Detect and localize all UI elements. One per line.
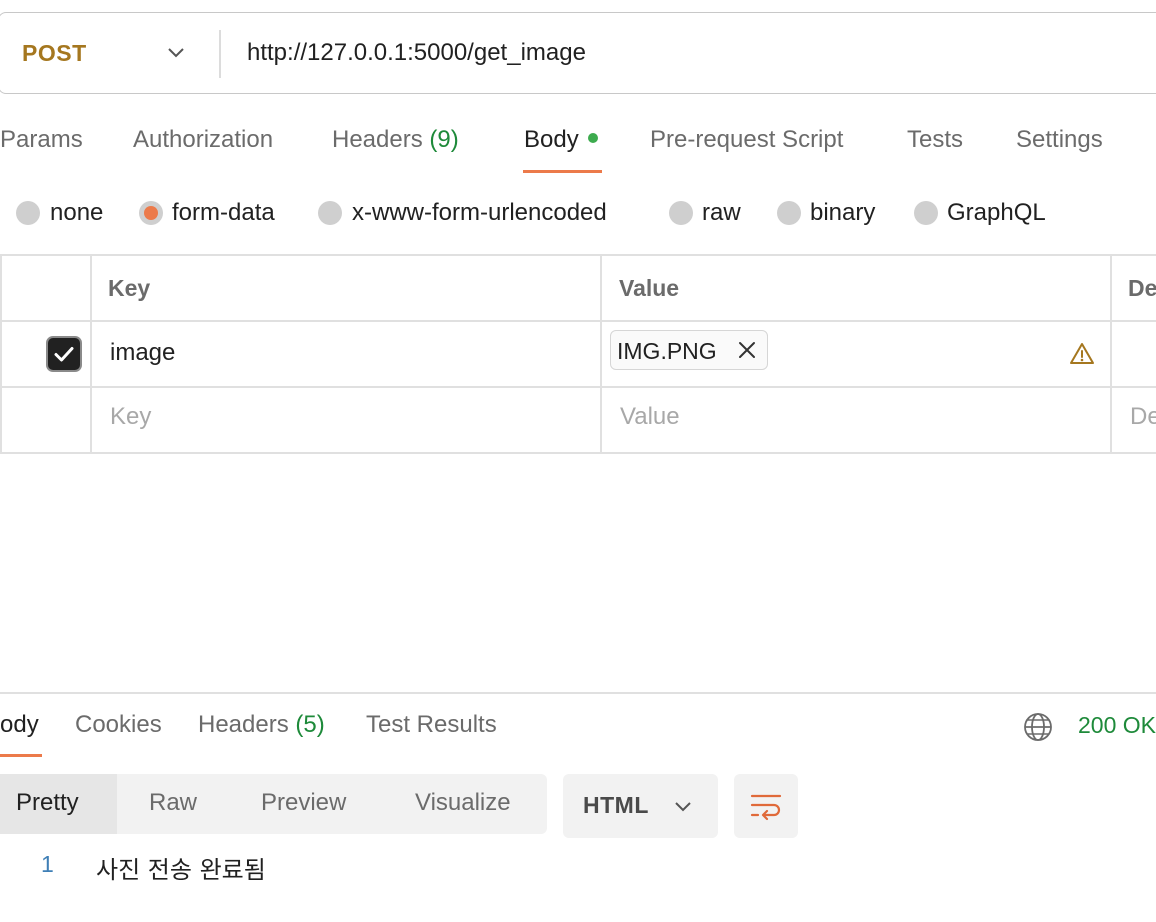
response-tab-test-results[interactable]: Test Results	[366, 711, 497, 739]
tab-tests[interactable]: Tests	[907, 126, 963, 154]
headers-count: (9)	[429, 126, 459, 153]
radio-label-form-data[interactable]: form-data	[172, 199, 275, 227]
tab-pre-request-script[interactable]: Pre-request Script	[650, 126, 843, 154]
response-tab-body[interactable]: ody	[0, 711, 39, 739]
chevron-down-icon	[675, 802, 691, 812]
tab-params[interactable]: Params	[0, 126, 83, 154]
new-description-input[interactable]: De	[1130, 403, 1156, 431]
column-header-key: Key	[108, 275, 151, 301]
row-enabled-checkbox[interactable]	[46, 336, 82, 372]
format-select[interactable]: HTML	[563, 774, 718, 838]
table-border	[600, 254, 602, 453]
table-border	[0, 254, 1156, 256]
radio-form-data[interactable]	[139, 201, 163, 225]
table-border	[0, 386, 1156, 388]
url-input[interactable]	[247, 39, 1127, 67]
url-divider	[219, 30, 221, 78]
column-header-description: De	[1128, 275, 1156, 301]
wrap-lines-button[interactable]	[734, 774, 798, 838]
response-headers-count: (5)	[295, 711, 325, 738]
view-mode-preview[interactable]: Preview	[261, 789, 346, 817]
radio-raw[interactable]	[669, 201, 693, 225]
line-number: 1	[41, 851, 54, 877]
radio-label-raw[interactable]: raw	[702, 199, 741, 227]
check-icon	[54, 347, 74, 362]
column-header-value: Value	[619, 275, 680, 301]
view-mode-raw[interactable]: Raw	[149, 789, 197, 817]
chevron-down-icon[interactable]	[164, 40, 188, 64]
table-border	[0, 254, 2, 453]
close-icon[interactable]	[736, 339, 758, 361]
warning-icon[interactable]	[1069, 341, 1095, 367]
radio-binary[interactable]	[777, 201, 801, 225]
new-value-input[interactable]: Value	[620, 403, 680, 431]
tab-settings[interactable]: Settings	[1016, 126, 1103, 154]
response-tab-cookies[interactable]: Cookies	[75, 711, 162, 739]
response-active-tab-indicator	[0, 754, 42, 757]
radio-label-binary[interactable]: binary	[810, 199, 875, 227]
row-key-field[interactable]: image	[110, 339, 175, 367]
modified-dot-indicator	[587, 132, 598, 143]
wrap-lines-icon	[750, 794, 782, 821]
table-border	[90, 254, 92, 453]
radio-none[interactable]	[16, 201, 40, 225]
tab-headers[interactable]: Headers (9)	[332, 126, 459, 154]
tab-authorization[interactable]: Authorization	[133, 126, 273, 154]
file-chip: IMG.PNG	[610, 330, 768, 370]
response-divider	[0, 692, 1156, 694]
radio-label-none[interactable]: none	[50, 199, 103, 227]
table-border	[1110, 254, 1112, 453]
active-tab-indicator	[523, 170, 602, 173]
radio-x-www-form-urlencoded[interactable]	[318, 201, 342, 225]
tab-body[interactable]: Body	[524, 126, 598, 154]
table-border	[0, 452, 1156, 454]
globe-icon[interactable]	[1022, 711, 1054, 743]
view-mode-pretty[interactable]: Pretty	[16, 789, 79, 817]
radio-label-graphql[interactable]: GraphQL	[947, 199, 1046, 227]
view-mode-visualize[interactable]: Visualize	[415, 789, 511, 817]
radio-label-x-www-form-urlencoded[interactable]: x-www-form-urlencoded	[352, 199, 607, 227]
format-label: HTML	[583, 792, 649, 818]
radio-graphql[interactable]	[914, 201, 938, 225]
method-select[interactable]: POST	[22, 40, 87, 67]
table-border	[0, 320, 1156, 322]
file-name: IMG.PNG	[617, 338, 717, 364]
response-body-line: 사진 전송 완료됨	[96, 856, 266, 884]
response-status[interactable]: 200 OK	[1078, 712, 1156, 739]
response-tab-headers[interactable]: Headers (5)	[198, 711, 325, 739]
new-key-input[interactable]: Key	[110, 403, 151, 431]
